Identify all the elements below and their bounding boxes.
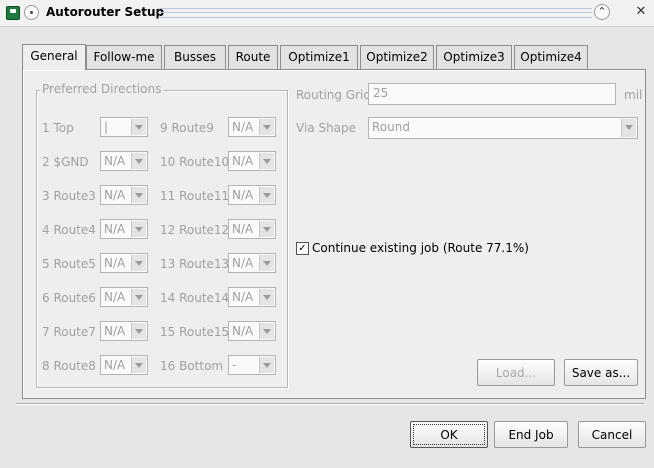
layer-direction-select-1[interactable]: | — [100, 117, 148, 137]
ok-button[interactable]: OK — [410, 421, 488, 448]
layer-label-13: 13 Route13 — [160, 257, 230, 271]
chevron-down-icon — [131, 357, 146, 373]
layer-direction-select-5[interactable]: N/A — [100, 253, 148, 273]
chevron-down-icon — [259, 289, 274, 305]
title-bar: Autorouter Setup ⌃ ✕ — [0, 0, 654, 27]
chevron-down-icon — [131, 119, 146, 135]
layer-label-11: 11 Route11 — [160, 189, 230, 203]
layer-label-4: 4 Route4 — [42, 223, 96, 237]
chevron-down-icon — [621, 119, 636, 137]
chevron-down-icon — [259, 153, 274, 169]
layer-label-7: 7 Route7 — [42, 325, 96, 339]
layer-label-6: 6 Route6 — [42, 291, 96, 305]
layer-direction-select-3[interactable]: N/A — [100, 185, 148, 205]
chevron-down-icon — [259, 357, 274, 373]
continue-job-checkbox[interactable]: ✓ — [296, 242, 309, 255]
tab-follow-me[interactable]: Follow-me — [86, 45, 162, 69]
window-title: Autorouter Setup — [46, 5, 165, 19]
layer-label-15: 15 Route15 — [160, 325, 230, 339]
chevron-down-icon — [259, 323, 274, 339]
layer-direction-select-15[interactable]: N/A — [228, 321, 276, 341]
via-shape-select[interactable]: Round — [368, 117, 638, 139]
divider — [16, 403, 644, 405]
title-bar-decoration — [158, 8, 592, 18]
via-shape-label: Via Shape — [296, 121, 357, 135]
chevron-down-icon — [131, 323, 146, 339]
app-icon — [6, 6, 20, 20]
layer-direction-select-12[interactable]: N/A — [228, 219, 276, 239]
layer-direction-select-9[interactable]: N/A — [228, 117, 276, 137]
layer-direction-select-16[interactable]: - — [228, 355, 276, 375]
layer-label-10: 10 Route10 — [160, 155, 230, 169]
chevron-down-icon — [131, 153, 146, 169]
layer-label-9: 9 Route9 — [160, 121, 214, 135]
layer-label-2: 2 $GND — [42, 155, 89, 169]
shade-button[interactable]: ⌃ — [594, 4, 610, 20]
tab-optimize2[interactable]: Optimize2 — [360, 45, 434, 69]
save-as-button[interactable]: Save as... — [564, 359, 638, 386]
tab-busses[interactable]: Busses — [164, 45, 226, 69]
layer-direction-select-13[interactable]: N/A — [228, 253, 276, 273]
chevron-down-icon — [259, 255, 274, 271]
end-job-button[interactable]: End Job — [494, 421, 568, 448]
layer-direction-select-10[interactable]: N/A — [228, 151, 276, 171]
continue-job-label: Continue existing job (Route 77.1%) — [312, 241, 529, 255]
routing-grid-label: Routing Grid — [296, 88, 372, 102]
chevron-down-icon — [259, 119, 274, 135]
chevron-down-icon — [259, 221, 274, 237]
layer-label-14: 14 Route14 — [160, 291, 230, 305]
close-button[interactable]: ✕ — [633, 4, 649, 20]
chevron-down-icon — [259, 187, 274, 203]
chevron-down-icon — [131, 289, 146, 305]
layer-direction-select-8[interactable]: N/A — [100, 355, 148, 375]
layer-label-8: 8 Route8 — [42, 359, 96, 373]
layer-direction-select-14[interactable]: N/A — [228, 287, 276, 307]
layer-direction-select-2[interactable]: N/A — [100, 151, 148, 171]
chevron-down-icon — [131, 221, 146, 237]
tab-optimize4[interactable]: Optimize4 — [514, 45, 588, 69]
layer-direction-select-6[interactable]: N/A — [100, 287, 148, 307]
tab-general[interactable]: General — [22, 44, 86, 70]
tab-route[interactable]: Route — [228, 45, 278, 69]
layer-direction-select-7[interactable]: N/A — [100, 321, 148, 341]
layer-label-16: 16 Bottom — [160, 359, 224, 373]
layer-direction-select-4[interactable]: N/A — [100, 219, 148, 239]
layer-label-12: 12 Route12 — [160, 223, 230, 237]
layer-label-3: 3 Route3 — [42, 189, 96, 203]
window-menu-button[interactable] — [24, 5, 39, 20]
routing-grid-unit: mil — [624, 88, 643, 102]
layer-direction-select-11[interactable]: N/A — [228, 185, 276, 205]
load-button[interactable]: Load... — [477, 359, 555, 386]
routing-grid-input[interactable]: 25 — [368, 83, 616, 105]
layer-label-5: 5 Route5 — [42, 257, 96, 271]
chevron-down-icon — [131, 255, 146, 271]
chevron-down-icon — [131, 187, 146, 203]
tab-optimize3[interactable]: Optimize3 — [436, 45, 512, 69]
preferred-directions-title: Preferred Directions — [40, 82, 164, 96]
cancel-button[interactable]: Cancel — [578, 421, 646, 448]
tab-optimize1[interactable]: Optimize1 — [280, 45, 358, 69]
layer-label-1: 1 Top — [42, 121, 74, 135]
